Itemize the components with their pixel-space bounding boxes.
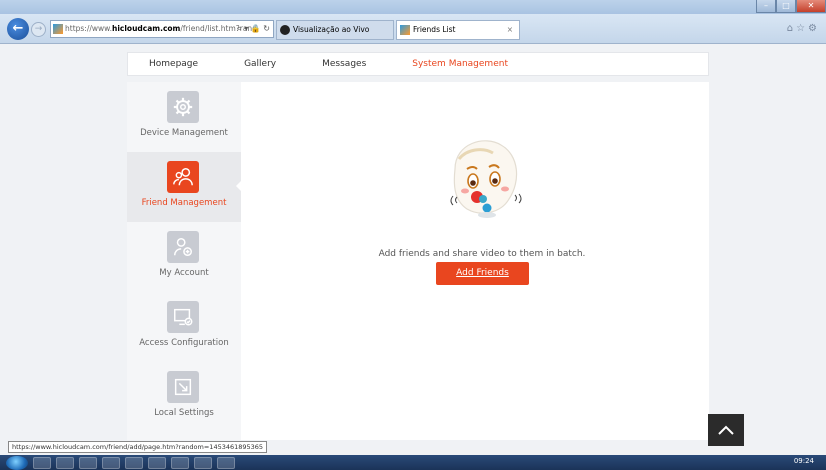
mascot-illustration — [450, 140, 522, 218]
taskbar-app-button[interactable] — [148, 456, 166, 469]
window-titlebar: – □ ✕ — [0, 0, 826, 14]
account-icon — [167, 231, 199, 263]
taskbar-app-button[interactable] — [217, 456, 235, 469]
sidebar-item-label: Friend Management — [141, 198, 227, 208]
nav-homepage[interactable]: Homepage — [149, 59, 198, 69]
users-icon — [167, 161, 199, 193]
sidebar-item-label: Local Settings — [154, 408, 214, 418]
home-icon[interactable]: ⌂ — [787, 23, 796, 34]
sidebar-item-friend-management[interactable]: Friend Management — [127, 152, 242, 222]
sidebar-item-access-configuration[interactable]: Access Configuration — [127, 292, 241, 362]
taskbar-app-button[interactable] — [125, 456, 143, 469]
lock-icon[interactable]: 🔒 — [251, 24, 261, 33]
sidebar-item-label: My Account — [159, 268, 209, 278]
status-bar-url: https://www.hicloudcam.com/friend/add/pa… — [8, 441, 268, 453]
taskbar-app-button[interactable] — [56, 456, 74, 469]
address-scheme: https://www. — [65, 24, 112, 33]
taskbar-app-button[interactable] — [79, 456, 97, 469]
browser-icons: ⌂☆⚙ — [787, 23, 820, 34]
taskbar-app-button[interactable] — [102, 456, 120, 469]
tray-clock: 09:24 — [793, 457, 814, 465]
nav-system-management[interactable]: System Management — [412, 59, 508, 69]
chevron-up-icon — [718, 425, 734, 435]
tab-favicon-icon — [280, 25, 290, 35]
address-tools[interactable]: ⌕ ▾ 🔒 ↻ — [237, 21, 270, 37]
tab-live-view[interactable]: Visualização ao Vivo — [276, 20, 394, 40]
sidebar-item-my-account[interactable]: My Account — [127, 222, 241, 292]
minimize-button[interactable]: – — [756, 0, 776, 13]
refresh-icon[interactable]: ↻ — [263, 24, 270, 33]
sidebar-item-device-management[interactable]: Device Management — [127, 82, 241, 152]
forward-button[interactable]: → — [31, 22, 46, 37]
star-icon[interactable]: ☆ — [796, 23, 808, 34]
gear-icon[interactable]: ⚙ — [808, 23, 820, 34]
taskbar: 09:24 — [0, 455, 826, 470]
main-content: Add friends and share video to them in b… — [241, 82, 709, 440]
monitor-check-icon — [167, 301, 199, 333]
tab-label: Friends List — [413, 25, 456, 34]
sidebar: Device Management Friend Management My A… — [127, 82, 242, 440]
tab-label: Visualização ao Vivo — [293, 25, 370, 34]
browser-toolbar: ← → https://www.hicloudcam.com/friend/li… — [0, 14, 826, 44]
tab-friends-list[interactable]: Friends List × — [396, 20, 520, 40]
local-settings-icon — [167, 371, 199, 403]
start-button[interactable] — [6, 455, 28, 470]
nav-gallery[interactable]: Gallery — [244, 59, 276, 69]
top-nav: Homepage Gallery Messages System Managem… — [127, 52, 709, 76]
taskbar-app-button[interactable] — [33, 456, 51, 469]
address-bar[interactable]: https://www.hicloudcam.com/friend/list.h… — [50, 20, 274, 38]
scroll-to-top-button[interactable] — [708, 414, 744, 446]
site-favicon-icon — [53, 24, 63, 34]
taskbar-app-button[interactable] — [171, 456, 189, 469]
back-button[interactable]: ← — [7, 18, 29, 40]
sidebar-item-local-settings[interactable]: Local Settings — [127, 362, 241, 432]
page: Homepage Gallery Messages System Managem… — [0, 44, 826, 446]
taskbar-app-button[interactable] — [194, 456, 212, 469]
sidebar-item-label: Access Configuration — [139, 338, 229, 348]
address-domain: hicloudcam.com — [111, 24, 181, 33]
gear-icon — [167, 91, 199, 123]
search-icon[interactable]: ⌕ — [237, 24, 241, 33]
close-window-button[interactable]: ✕ — [796, 0, 826, 13]
add-friends-button[interactable]: Add Friends — [436, 262, 529, 285]
sidebar-item-label: Device Management — [140, 128, 228, 138]
nav-messages[interactable]: Messages — [322, 59, 366, 69]
dropdown-icon[interactable]: ▾ — [244, 24, 248, 33]
maximize-button[interactable]: □ — [776, 0, 796, 13]
empty-state-message: Add friends and share video to them in b… — [378, 249, 586, 259]
tab-close-icon[interactable]: × — [507, 21, 513, 39]
window-controls: – □ ✕ — [756, 0, 826, 14]
tab-favicon-icon — [400, 25, 410, 35]
